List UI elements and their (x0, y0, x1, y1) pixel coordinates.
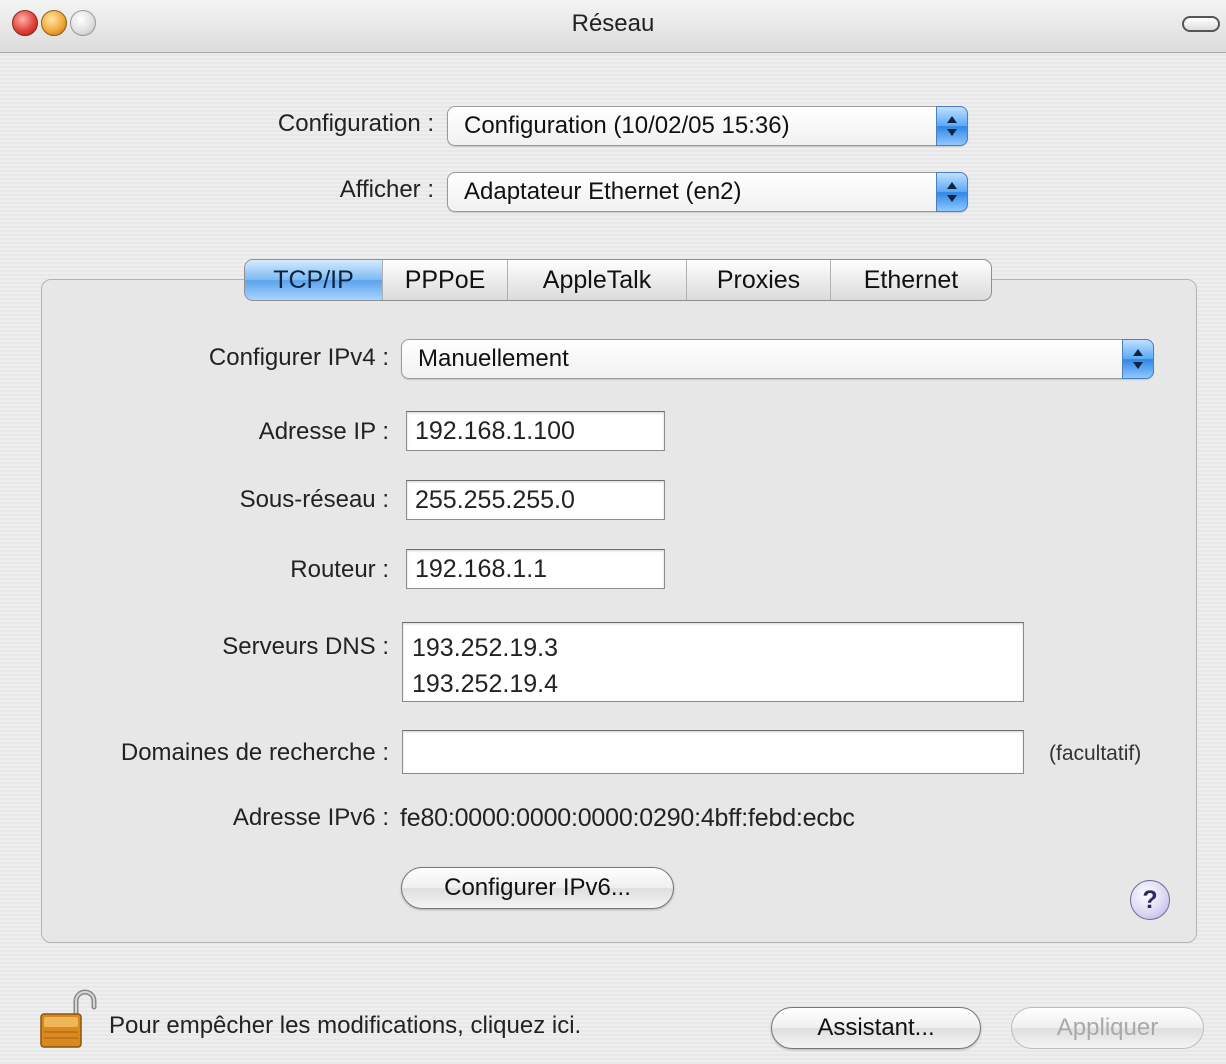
adresse-ipv6-value: fe80:0000:0000:0000:0290:4bff:febd:ecbc (400, 804, 855, 832)
network-preferences-window: Réseau Configuration : Configuration (10… (0, 0, 1226, 1064)
facultatif-hint: (facultatif) (1049, 742, 1142, 765)
popup-arrows-icon (936, 106, 968, 146)
dns-server-entry: 193.252.19.3 (412, 634, 558, 662)
tab-pppoe[interactable]: PPPoE (383, 260, 508, 300)
configurer-ipv4-label: Configurer IPv4 : (208, 344, 389, 371)
adresse-ipv6-label: Adresse IPv6 : (232, 804, 389, 831)
domaines-recherche-field[interactable] (402, 730, 1024, 774)
routeur-label: Routeur : (290, 556, 389, 583)
afficher-value: Adaptateur Ethernet (en2) (464, 178, 742, 205)
tab-proxies[interactable]: Proxies (687, 260, 831, 300)
padlock-open-icon[interactable] (38, 985, 98, 1051)
window-title: Réseau (571, 10, 655, 37)
configuration-label: Configuration : (277, 110, 434, 137)
toolbar-toggle-icon[interactable] (1182, 16, 1220, 32)
dns-server-entry: 193.252.19.4 (412, 670, 558, 698)
appliquer-button[interactable]: Appliquer (1011, 1007, 1204, 1049)
sous-reseau-label: Sous-réseau : (239, 486, 389, 513)
tab-ethernet[interactable]: Ethernet (831, 260, 991, 300)
assistant-button[interactable]: Assistant... (771, 1007, 981, 1049)
help-icon[interactable]: ? (1130, 880, 1170, 920)
configurer-ipv4-popup[interactable]: Manuellement (401, 339, 1154, 379)
tab-tcpip[interactable]: TCP/IP (245, 260, 383, 300)
sous-reseau-field[interactable]: 255.255.255.0 (406, 480, 665, 520)
popup-arrows-icon (936, 172, 968, 212)
title-bar: Réseau (0, 0, 1226, 53)
configurer-ipv6-button[interactable]: Configurer IPv6... (401, 867, 674, 909)
routeur-field[interactable]: 192.168.1.1 (406, 549, 665, 589)
afficher-popup[interactable]: Adaptateur Ethernet (en2) (447, 172, 968, 212)
tab-bar: TCP/IP PPPoE AppleTalk Proxies Ethernet (244, 259, 992, 301)
serveurs-dns-field[interactable]: 193.252.19.3 193.252.19.4 (402, 622, 1024, 702)
afficher-label: Afficher : (339, 176, 434, 203)
domaines-recherche-label: Domaines de recherche : (120, 739, 389, 766)
configurer-ipv4-value: Manuellement (418, 345, 569, 372)
adresse-ip-field[interactable]: 192.168.1.100 (406, 411, 665, 451)
lock-message[interactable]: Pour empêcher les modifications, cliquez… (109, 1012, 581, 1040)
tab-appletalk[interactable]: AppleTalk (508, 260, 687, 300)
configuration-popup[interactable]: Configuration (10/02/05 15:36) (447, 106, 968, 146)
adresse-ip-label: Adresse IP : (258, 418, 389, 445)
popup-arrows-icon (1122, 339, 1154, 379)
serveurs-dns-label: Serveurs DNS : (222, 633, 389, 660)
configuration-value: Configuration (10/02/05 15:36) (464, 112, 790, 139)
